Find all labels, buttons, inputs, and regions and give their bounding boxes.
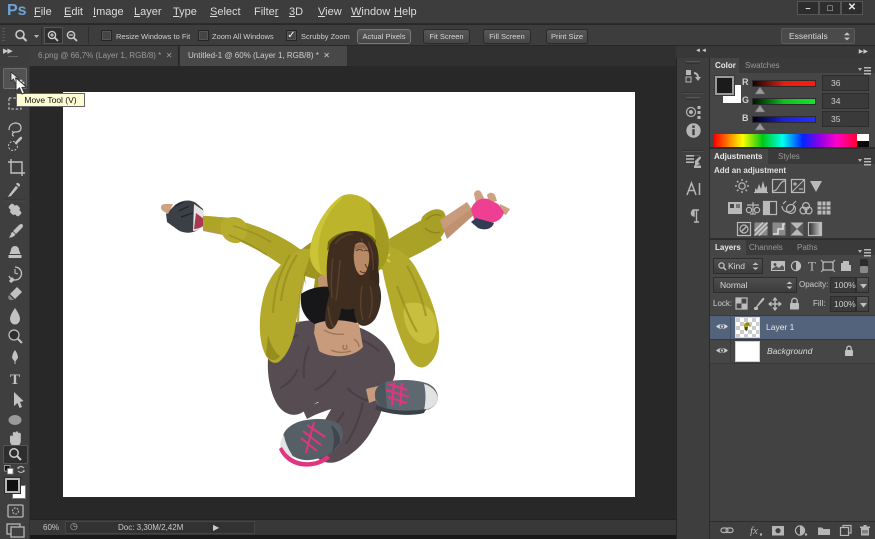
svg-text:T: T — [10, 372, 20, 388]
svg-text:fx: fx — [750, 525, 758, 536]
svg-text:T: T — [808, 259, 816, 274]
